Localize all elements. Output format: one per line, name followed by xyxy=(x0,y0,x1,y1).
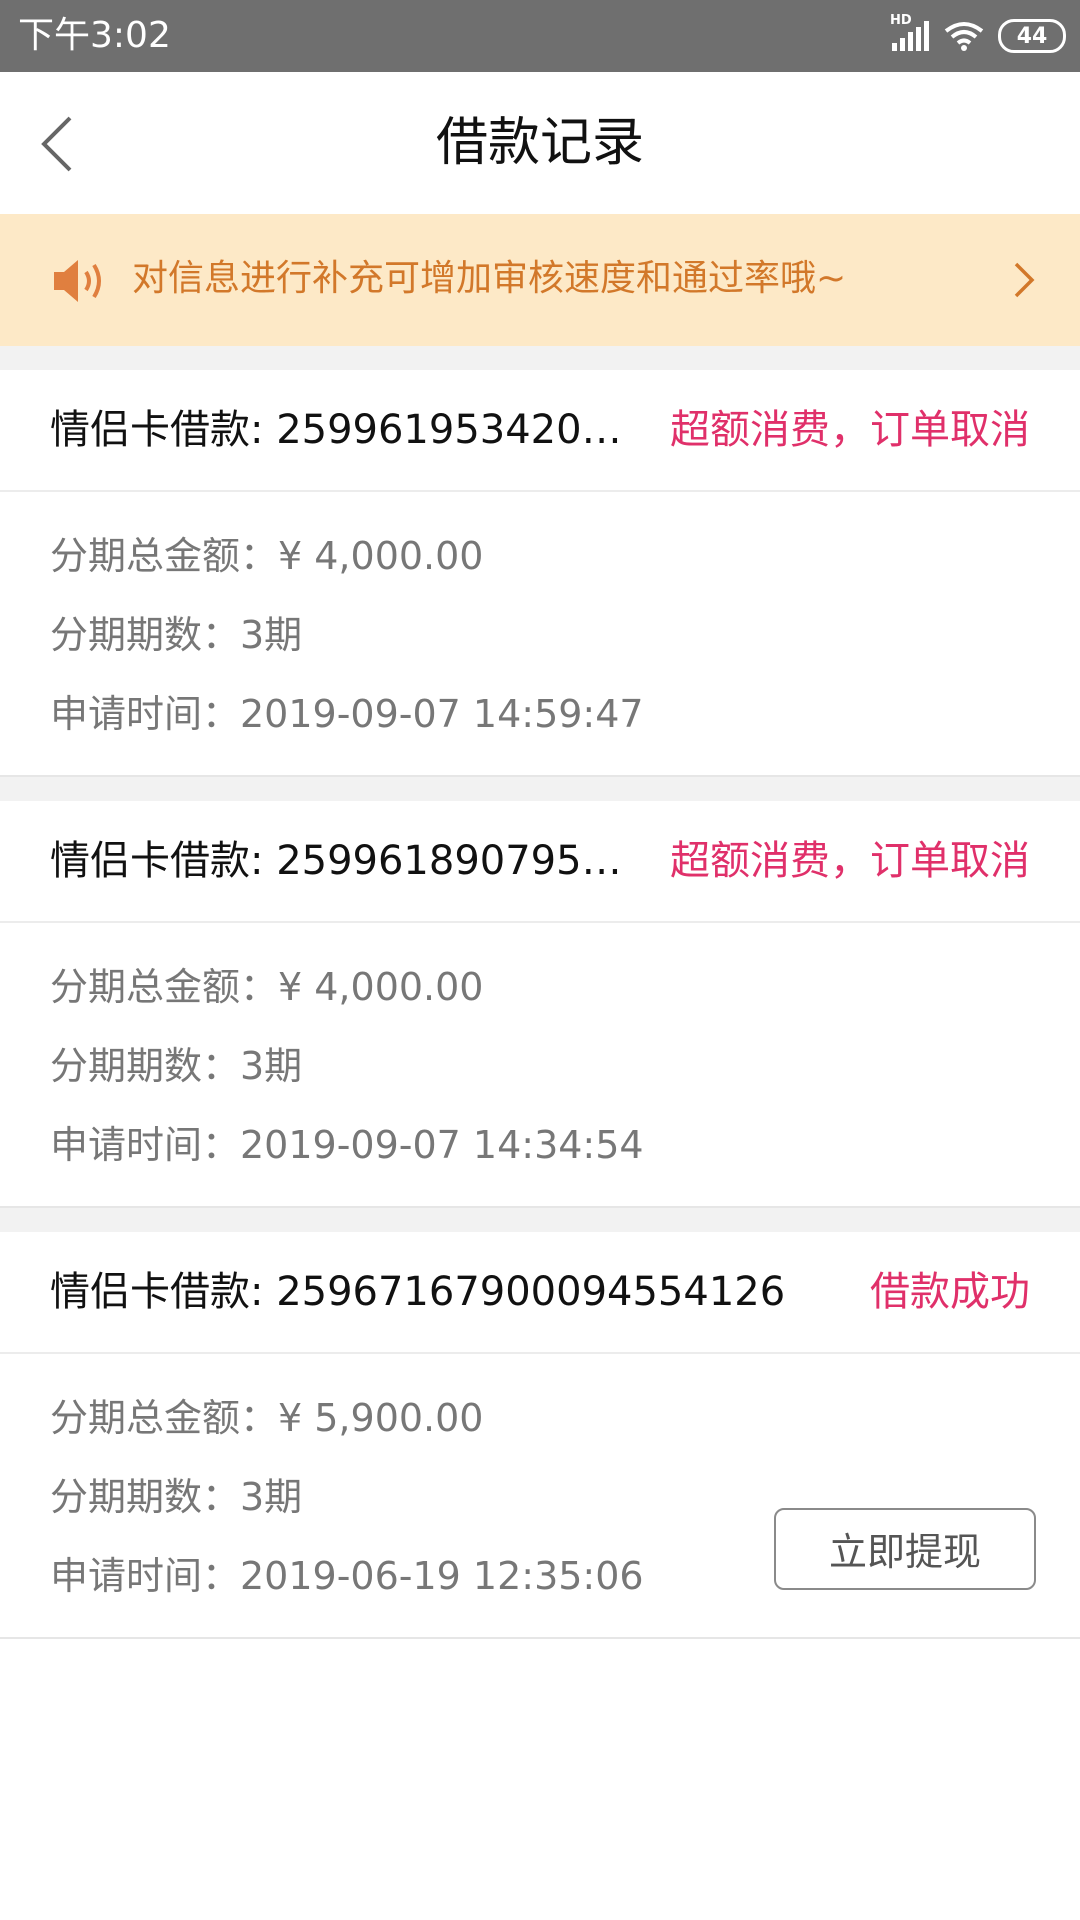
signal-icon: HD xyxy=(890,13,930,51)
record-installments: 分期期数：3期 xyxy=(50,613,303,657)
record-apply-time: 申请时间：2019-09-07 14:59:47 xyxy=(50,692,644,736)
record-header: 情侣卡借款: 2599619534207... 超额消费，订单取消 xyxy=(0,370,1080,492)
record-total-amount: 分期总金额：¥ 5,900.00 xyxy=(50,1396,484,1440)
status-time: 下午3:02 xyxy=(18,15,171,56)
chevron-right-icon xyxy=(1010,260,1038,300)
record-title: 情侣卡借款: 2599618907951... xyxy=(50,838,640,884)
record-status: 超额消费，订单取消 xyxy=(670,407,1030,453)
nav-bar: 借款记录 xyxy=(0,72,1080,214)
record-title: 情侣卡借款: 25967167900094554126 xyxy=(50,1269,786,1315)
status-icons: HD 44 xyxy=(890,13,1066,58)
record-status: 借款成功 xyxy=(870,1269,1030,1315)
record-status: 超额消费，订单取消 xyxy=(670,838,1030,884)
record-header: 情侣卡借款: 25967167900094554126 借款成功 xyxy=(0,1232,1080,1354)
loan-record-card[interactable]: 情侣卡借款: 2599618907951... 超额消费，订单取消 分期总金额：… xyxy=(0,801,1080,1208)
withdraw-now-button[interactable]: 立即提现 xyxy=(774,1508,1036,1590)
notice-text: 对信息进行补充可增加审核速度和通过率哦~ xyxy=(132,258,847,299)
page-title: 借款记录 xyxy=(435,113,644,173)
record-total-amount: 分期总金额：¥ 4,000.00 xyxy=(50,534,484,578)
record-title: 情侣卡借款: 2599619534207... xyxy=(50,407,640,453)
section-gap xyxy=(0,777,1080,801)
record-header: 情侣卡借款: 2599618907951... 超额消费，订单取消 xyxy=(0,801,1080,923)
loan-record-card[interactable]: 情侣卡借款: 25967167900094554126 借款成功 分期总金额：¥… xyxy=(0,1232,1080,1639)
record-body: 分期总金额：¥ 4,000.00 分期期数：3期 申请时间：2019-09-07… xyxy=(0,923,1080,1198)
record-total-amount: 分期总金额：¥ 4,000.00 xyxy=(50,965,484,1009)
battery-icon: 44 xyxy=(998,19,1066,53)
speaker-icon xyxy=(52,258,108,304)
loan-record-card[interactable]: 情侣卡借款: 2599619534207... 超额消费，订单取消 分期总金额：… xyxy=(0,370,1080,777)
section-gap xyxy=(0,1208,1080,1232)
record-body: 分期总金额：¥ 5,900.00 分期期数：3期 申请时间：2019-06-19… xyxy=(0,1354,1080,1629)
section-gap xyxy=(0,346,1080,370)
record-apply-time: 申请时间：2019-09-07 14:34:54 xyxy=(50,1123,644,1167)
notice-banner[interactable]: 对信息进行补充可增加审核速度和通过率哦~ xyxy=(0,214,1080,346)
network-badge: HD xyxy=(890,13,912,28)
record-body: 分期总金额：¥ 4,000.00 分期期数：3期 申请时间：2019-09-07… xyxy=(0,492,1080,767)
status-bar: 下午3:02 HD 44 xyxy=(0,0,1080,72)
record-installments: 分期期数：3期 xyxy=(50,1044,303,1088)
wifi-icon xyxy=(944,21,984,51)
